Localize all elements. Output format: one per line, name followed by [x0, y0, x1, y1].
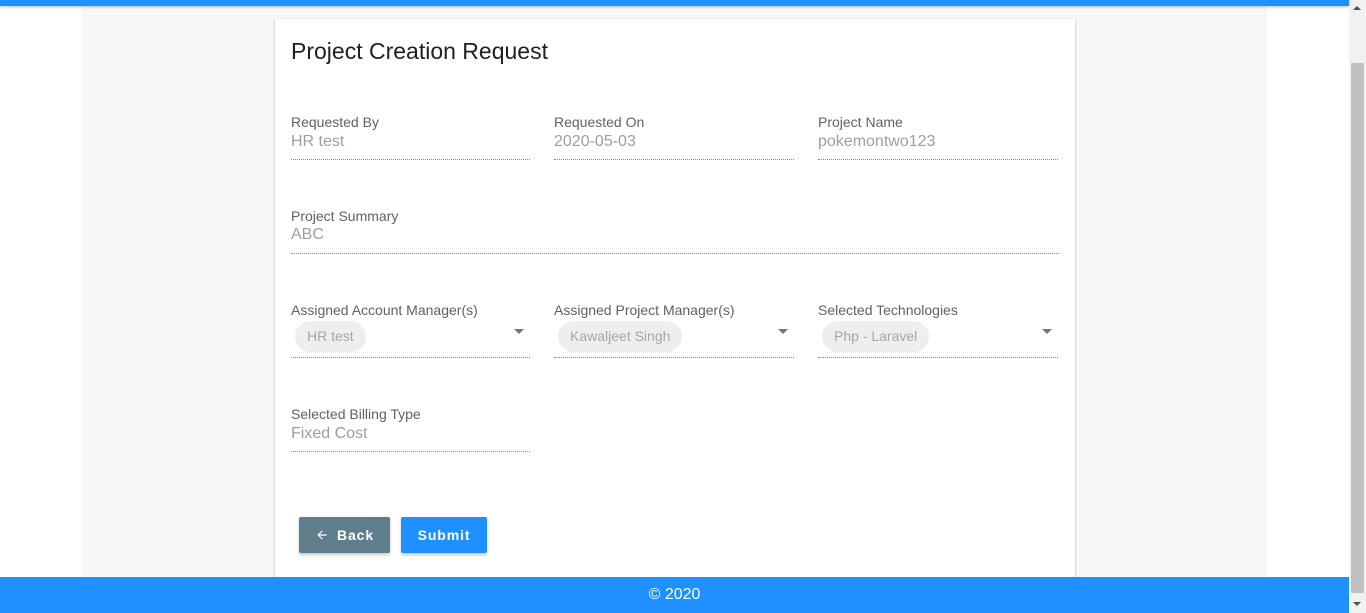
- footer: © 2020: [0, 577, 1349, 613]
- project-summary-label: Project Summary: [291, 208, 399, 224]
- page-title: Project Creation Request: [291, 38, 548, 64]
- submit-button-label: Submit: [417, 527, 471, 543]
- submit-button[interactable]: Submit: [401, 517, 487, 553]
- project-managers-input[interactable]: Kawaljeet Singh: [554, 310, 794, 358]
- page-scrollbar[interactable]: [1349, 0, 1366, 613]
- account-managers-select[interactable]: Assigned Account Manager(s) HR test: [291, 302, 530, 358]
- requested-on-value: 2020-05-03: [554, 133, 636, 150]
- scroll-up-icon[interactable]: [1353, 6, 1361, 10]
- caret-down-icon[interactable]: [778, 329, 788, 334]
- caret-down-icon[interactable]: [1042, 329, 1052, 334]
- project-name-label: Project Name: [818, 114, 903, 130]
- project-managers-select[interactable]: Assigned Project Manager(s) Kawaljeet Si…: [554, 302, 794, 358]
- project-summary-field: Project Summary ABC: [291, 208, 1059, 254]
- technologies-input[interactable]: Php - Laravel: [818, 310, 1058, 358]
- technology-chip: Php - Laravel: [822, 321, 930, 352]
- requested-on-field: Requested On 2020-05-03: [554, 114, 794, 160]
- requested-on-label: Requested On: [554, 114, 645, 130]
- billing-type-value: Fixed Cost: [291, 425, 368, 442]
- requested-by-value: HR test: [291, 133, 345, 150]
- project-manager-chip: Kawaljeet Singh: [558, 321, 683, 352]
- account-managers-underline: [291, 357, 530, 358]
- project-name-value: pokemontwo123: [818, 133, 936, 150]
- arrow-left-icon: [317, 530, 327, 540]
- account-manager-chip: HR test: [295, 321, 366, 352]
- project-summary-underline: [291, 253, 1059, 254]
- project-managers-underline: [554, 357, 794, 358]
- scroll-down-icon[interactable]: [1353, 602, 1361, 606]
- requested-on-underline: [554, 159, 794, 160]
- billing-type-underline: [291, 451, 530, 452]
- scrollbar-thumb[interactable]: [1351, 63, 1364, 593]
- copyright-text: © 2020: [648, 586, 701, 603]
- requested-by-underline: [291, 159, 530, 160]
- technologies-select[interactable]: Selected Technologies Php - Laravel: [818, 302, 1058, 358]
- billing-type-label: Selected Billing Type: [291, 406, 421, 422]
- technologies-underline: [818, 357, 1058, 358]
- requested-by-label: Requested By: [291, 114, 379, 130]
- requested-by-field: Requested By HR test: [291, 114, 530, 160]
- account-managers-input[interactable]: HR test: [291, 310, 530, 358]
- project-summary-value: ABC: [291, 226, 324, 243]
- back-button-label: Back: [336, 527, 375, 543]
- project-name-field: Project Name pokemontwo123: [818, 114, 1058, 160]
- caret-down-icon[interactable]: [514, 329, 524, 334]
- billing-type-field: Selected Billing Type Fixed Cost: [291, 406, 530, 452]
- project-request-card: Project Creation Request Requested By HR…: [275, 19, 1075, 589]
- back-button[interactable]: Back: [299, 517, 390, 553]
- project-name-underline: [818, 159, 1058, 160]
- top-app-bar: [0, 0, 1349, 6]
